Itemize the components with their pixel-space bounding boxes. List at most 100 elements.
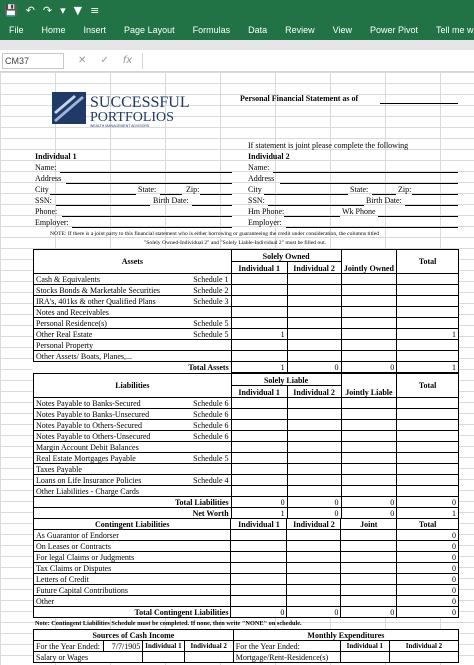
ribbon-tab-review[interactable]: Review — [276, 25, 324, 35]
asset-ind2[interactable] — [286, 339, 342, 351]
liability-ind1[interactable] — [230, 397, 288, 409]
save-icon[interactable]: 💾 — [4, 4, 18, 17]
formula-input[interactable] — [142, 52, 474, 69]
liability-joint[interactable] — [340, 419, 398, 431]
asset-ind1[interactable]: 1 — [230, 328, 288, 340]
total-assets-joint[interactable]: 0 — [340, 361, 398, 373]
enter-icon[interactable]: ✓ — [100, 55, 108, 66]
liability-joint[interactable] — [340, 441, 398, 453]
contingent-ind2[interactable] — [286, 562, 342, 574]
asset-ind2[interactable] — [286, 306, 342, 318]
liability-ind1[interactable] — [230, 419, 288, 431]
ribbon-tab-power-pivot[interactable]: Power Pivot — [361, 25, 427, 35]
contingent-total[interactable]: 0 — [396, 529, 459, 541]
total-cont-ind2[interactable]: 0 — [286, 606, 342, 618]
ribbon-tab-formulas[interactable]: Formulas — [184, 25, 240, 35]
total-cont-ind1[interactable]: 0 — [230, 606, 288, 618]
liability-total[interactable] — [396, 419, 459, 431]
asset-joint[interactable] — [340, 273, 398, 285]
ribbon-tab-view[interactable]: View — [324, 25, 361, 35]
liability-total[interactable] — [396, 397, 459, 409]
asset-ind2[interactable] — [286, 284, 342, 296]
mortgage-ind1[interactable] — [339, 651, 390, 663]
contingent-joint[interactable] — [340, 584, 398, 596]
contingent-joint[interactable] — [340, 540, 398, 552]
total-liab-joint[interactable]: 0 — [340, 496, 398, 508]
asset-ind2[interactable] — [286, 350, 342, 362]
income-year-value[interactable]: 7/7/1905 — [102, 640, 144, 652]
redo-icon[interactable]: ↷ — [43, 4, 52, 17]
ribbon-tab-file[interactable]: File — [0, 25, 33, 35]
liability-total[interactable] — [396, 408, 459, 420]
asset-ind2[interactable] — [286, 273, 342, 285]
asset-joint[interactable] — [340, 306, 398, 318]
contingent-ind1[interactable] — [230, 540, 288, 552]
contingent-total[interactable]: 0 — [396, 595, 459, 607]
liability-ind1[interactable] — [230, 452, 288, 464]
customize-icon[interactable]: ▾ — [60, 4, 66, 17]
ribbon-tab-home[interactable]: Home — [33, 25, 75, 35]
contingent-joint[interactable] — [340, 595, 398, 607]
asset-joint[interactable] — [340, 284, 398, 296]
asset-total[interactable]: 1 — [396, 328, 459, 340]
asset-ind1[interactable] — [230, 306, 288, 318]
contingent-total[interactable]: 0 — [396, 540, 459, 552]
asset-total[interactable] — [396, 306, 459, 318]
asset-total[interactable] — [396, 284, 459, 296]
contingent-ind1[interactable] — [230, 562, 288, 574]
asset-ind2[interactable] — [286, 317, 342, 329]
liability-total[interactable] — [396, 441, 459, 453]
asset-joint[interactable] — [340, 317, 398, 329]
contingent-ind2[interactable] — [286, 529, 342, 541]
liability-joint[interactable] — [340, 474, 398, 486]
contingent-joint[interactable] — [340, 573, 398, 585]
contingent-ind2[interactable] — [286, 573, 342, 585]
net-worth-ind2[interactable]: 0 — [286, 507, 342, 519]
asset-total[interactable] — [396, 339, 459, 351]
total-liab-ind2[interactable]: 0 — [286, 496, 342, 508]
asset-total[interactable] — [396, 317, 459, 329]
liability-ind2[interactable] — [286, 452, 342, 464]
liability-total[interactable] — [396, 485, 459, 497]
undo-icon[interactable]: ↶ — [26, 4, 35, 17]
contingent-ind2[interactable] — [286, 584, 342, 596]
asset-ind1[interactable] — [230, 317, 288, 329]
salary-ind2[interactable] — [183, 651, 234, 663]
liability-joint[interactable] — [340, 430, 398, 442]
contingent-total[interactable]: 0 — [396, 573, 459, 585]
liability-ind2[interactable] — [286, 485, 342, 497]
asset-total[interactable] — [396, 273, 459, 285]
asset-ind1[interactable] — [230, 273, 288, 285]
net-worth-joint[interactable]: 0 — [340, 507, 398, 519]
total-assets-ind2[interactable]: 0 — [286, 361, 342, 373]
liability-ind2[interactable] — [286, 474, 342, 486]
name-box[interactable]: CM37 — [2, 52, 64, 69]
liability-joint[interactable] — [340, 408, 398, 420]
contingent-total[interactable]: 0 — [396, 584, 459, 596]
contingent-ind1[interactable] — [230, 584, 288, 596]
salary-ind1[interactable] — [142, 651, 185, 663]
asset-ind1[interactable] — [230, 350, 288, 362]
net-worth-total[interactable]: 1 — [396, 507, 459, 519]
asset-ind1[interactable] — [230, 295, 288, 307]
liability-total[interactable] — [396, 452, 459, 464]
liability-ind1[interactable] — [230, 441, 288, 453]
more-icon[interactable]: ≡ — [90, 4, 99, 17]
ribbon-tab-insert[interactable]: Insert — [75, 25, 116, 35]
liability-ind2[interactable] — [286, 441, 342, 453]
liability-total[interactable] — [396, 474, 459, 486]
contingent-ind2[interactable] — [286, 551, 342, 563]
filter-icon[interactable]: ▼ — [74, 4, 82, 17]
asset-joint[interactable] — [340, 339, 398, 351]
asset-total[interactable] — [396, 350, 459, 362]
contingent-ind1[interactable] — [230, 573, 288, 585]
total-assets-total[interactable]: 1 — [396, 361, 459, 373]
contingent-total[interactable]: 0 — [396, 562, 459, 574]
contingent-ind1[interactable] — [230, 529, 288, 541]
asset-ind1[interactable] — [230, 284, 288, 296]
contingent-joint[interactable] — [340, 562, 398, 574]
asset-ind2[interactable] — [286, 328, 342, 340]
ribbon-tab-tell-me-what-you[interactable]: Tell me what you — [427, 25, 474, 35]
total-cont-total[interactable]: 0 — [396, 606, 459, 618]
liability-joint[interactable] — [340, 397, 398, 409]
